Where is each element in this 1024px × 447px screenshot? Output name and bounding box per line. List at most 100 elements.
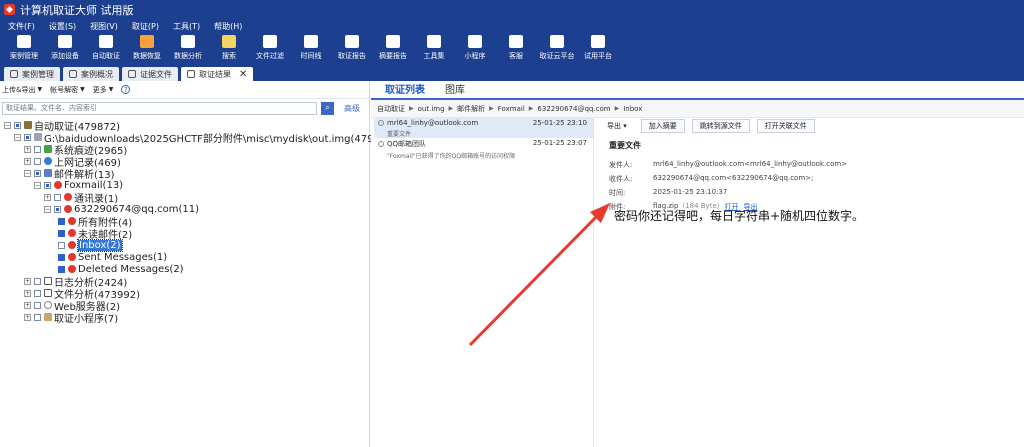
mail-detail-toolbar: 导出 ▾ 加入摘要 跳转到源文件 打开关联文件 (597, 118, 1024, 134)
checkbox[interactable] (34, 301, 41, 309)
sender-row: 发件人: mrl64_linhy@outlook.com<mrl64_linhy@… (609, 160, 848, 169)
breadcrumb-item[interactable]: Foxmail (498, 105, 525, 113)
mail-checkbox[interactable] (378, 120, 384, 126)
mini-program-button[interactable]: 小程序 (455, 33, 495, 61)
more-dropdown[interactable]: 更多 ▼ (93, 85, 114, 95)
menu-tools[interactable]: 工具(T) (173, 21, 200, 32)
timeline-button[interactable]: 时间线 (291, 33, 331, 61)
trial-platform-button[interactable]: 试用平台 (578, 33, 618, 61)
collapse-icon[interactable]: − (24, 169, 31, 177)
search-button[interactable]: 搜索 (209, 33, 249, 61)
title-bar: 计算机取证大师 试用版 (0, 0, 1024, 19)
add-summary-button[interactable]: 加入摘要 (640, 119, 685, 133)
mail-list-item[interactable]: QQ邮箱团队 25-01-25 23:07 "Foxmail"已获得了你的QQ邮… (374, 138, 593, 160)
mail-list-item[interactable]: mrl64_linhy@outlook.com 25-01-25 23:10 重… (374, 118, 593, 138)
checkbox[interactable] (14, 121, 21, 129)
expand-icon[interactable]: + (24, 157, 31, 165)
tab-evidence-files[interactable]: 证据文件 (122, 67, 178, 81)
file-filter-button[interactable]: 文件过滤 (250, 33, 290, 61)
checkbox[interactable] (44, 181, 51, 189)
breadcrumb-item[interactable]: out.img (418, 105, 445, 113)
expand-icon[interactable]: + (24, 289, 31, 297)
mail-subject: 重要文件 (609, 141, 641, 150)
mail-list: mrl64_linhy@outlook.com 25-01-25 23:10 重… (374, 118, 594, 447)
search-icon (222, 35, 236, 48)
advanced-search-link[interactable]: 高级 (344, 103, 360, 114)
tree-node-sent-messages[interactable]: Sent Messages(1) (58, 251, 167, 263)
checkbox[interactable] (58, 253, 65, 261)
customer-service-button[interactable]: 客服 (496, 33, 536, 61)
chevron-right-icon: ▶ (489, 105, 494, 112)
menu-help[interactable]: 帮助(H) (214, 21, 242, 32)
tab-case-management[interactable]: 案例管理 (4, 67, 60, 81)
collapse-icon[interactable]: − (4, 121, 11, 129)
expand-icon[interactable]: + (44, 193, 51, 201)
account-decrypt-dropdown[interactable]: 帐号解密 ▼ (50, 85, 85, 95)
case-management-button[interactable]: 案例管理 (4, 33, 44, 61)
checkbox[interactable] (34, 169, 41, 177)
tab-forensic-results[interactable]: 取证结果 ✕ (181, 67, 254, 81)
expand-icon[interactable]: + (24, 145, 31, 153)
tree-node-mini-programs[interactable]: + 取证小程序(7) (24, 311, 118, 325)
mini-program-icon (468, 35, 482, 48)
checkbox[interactable] (24, 133, 31, 141)
chevron-down-icon: ▼ (108, 86, 114, 93)
mail-checkbox[interactable] (378, 141, 384, 147)
breadcrumb-item[interactable]: 632290674@qq.com (537, 105, 610, 113)
breadcrumb-item[interactable]: 自动取证 (377, 104, 405, 114)
collapse-icon[interactable]: − (34, 181, 41, 189)
menu-bar: 文件(F) 设置(S) 视图(V) 取证(P) 工具(T) 帮助(H) (0, 19, 1024, 33)
expand-icon[interactable]: + (24, 313, 31, 321)
menu-forensics[interactable]: 取证(P) (132, 21, 159, 32)
tree-node-unread-mail[interactable]: 未读邮件(2) (58, 227, 132, 241)
search-input[interactable] (2, 101, 317, 115)
checkbox[interactable] (58, 265, 65, 273)
expand-icon[interactable]: + (24, 277, 31, 285)
tree-node-contacts[interactable]: + 通讯录(1) (44, 191, 118, 205)
menu-file[interactable]: 文件(F) (8, 21, 35, 32)
toolset-button[interactable]: 工具集 (414, 33, 454, 61)
mail-detail: 导出 ▾ 加入摘要 跳转到源文件 打开关联文件 重要文件 发件人: mrl64_l… (597, 118, 1024, 447)
help-icon[interactable]: ? (121, 85, 131, 94)
collapse-icon[interactable]: − (14, 133, 21, 141)
export-dropdown[interactable]: 导出 ▾ (605, 120, 634, 132)
forensic-report-button[interactable]: 取证报告 (332, 33, 372, 61)
menu-view[interactable]: 视图(V) (90, 21, 118, 32)
checkbox[interactable] (58, 217, 65, 225)
auto-forensics-button[interactable]: 自动取证 (86, 33, 126, 61)
summary-report-button[interactable]: 摘要报告 (373, 33, 413, 61)
checkbox[interactable] (54, 205, 61, 213)
breadcrumb-item[interactable]: 邮件解析 (457, 104, 485, 114)
tab-case-overview[interactable]: 案例概况 (63, 67, 119, 81)
close-tab-icon[interactable]: ✕ (239, 69, 247, 80)
checkbox[interactable] (34, 289, 41, 297)
case-icon (17, 35, 31, 48)
checkbox[interactable] (54, 193, 61, 201)
expand-icon[interactable]: + (24, 301, 31, 309)
checkbox[interactable] (34, 277, 41, 285)
breadcrumb-item[interactable]: Inbox (623, 105, 642, 113)
tab-gallery[interactable]: 图库 (435, 78, 475, 98)
foxmail-icon (68, 241, 76, 249)
case-tab-icon (10, 70, 18, 78)
data-analysis-button[interactable]: 数据分析 (168, 33, 208, 61)
open-related-button[interactable]: 打开关联文件 (756, 119, 815, 133)
tab-evidence-list[interactable]: 取证列表 (375, 78, 435, 98)
search-icon[interactable]: ⌕ (321, 101, 334, 115)
checkbox[interactable] (34, 157, 41, 165)
data-recovery-button[interactable]: 数据恢复 (127, 33, 167, 61)
tree-node-inbox[interactable]: Inbox(2) (58, 238, 123, 252)
globe-icon (44, 157, 52, 165)
upload-export-dropdown[interactable]: 上传&导出 ▼ (2, 85, 42, 95)
tree-node-mail-analysis[interactable]: − 邮件解析(13) (24, 167, 115, 181)
checkbox[interactable] (34, 145, 41, 153)
add-device-button[interactable]: 添加设备 (45, 33, 85, 61)
goto-source-button[interactable]: 跳转到源文件 (691, 119, 750, 133)
add-device-icon (58, 35, 72, 48)
checkbox[interactable] (58, 241, 65, 249)
cloud-platform-button[interactable]: 取证云平台 (537, 33, 577, 61)
collapse-icon[interactable]: − (44, 205, 51, 213)
menu-settings[interactable]: 设置(S) (49, 21, 76, 32)
checkbox[interactable] (34, 313, 41, 321)
checkbox[interactable] (58, 229, 65, 237)
